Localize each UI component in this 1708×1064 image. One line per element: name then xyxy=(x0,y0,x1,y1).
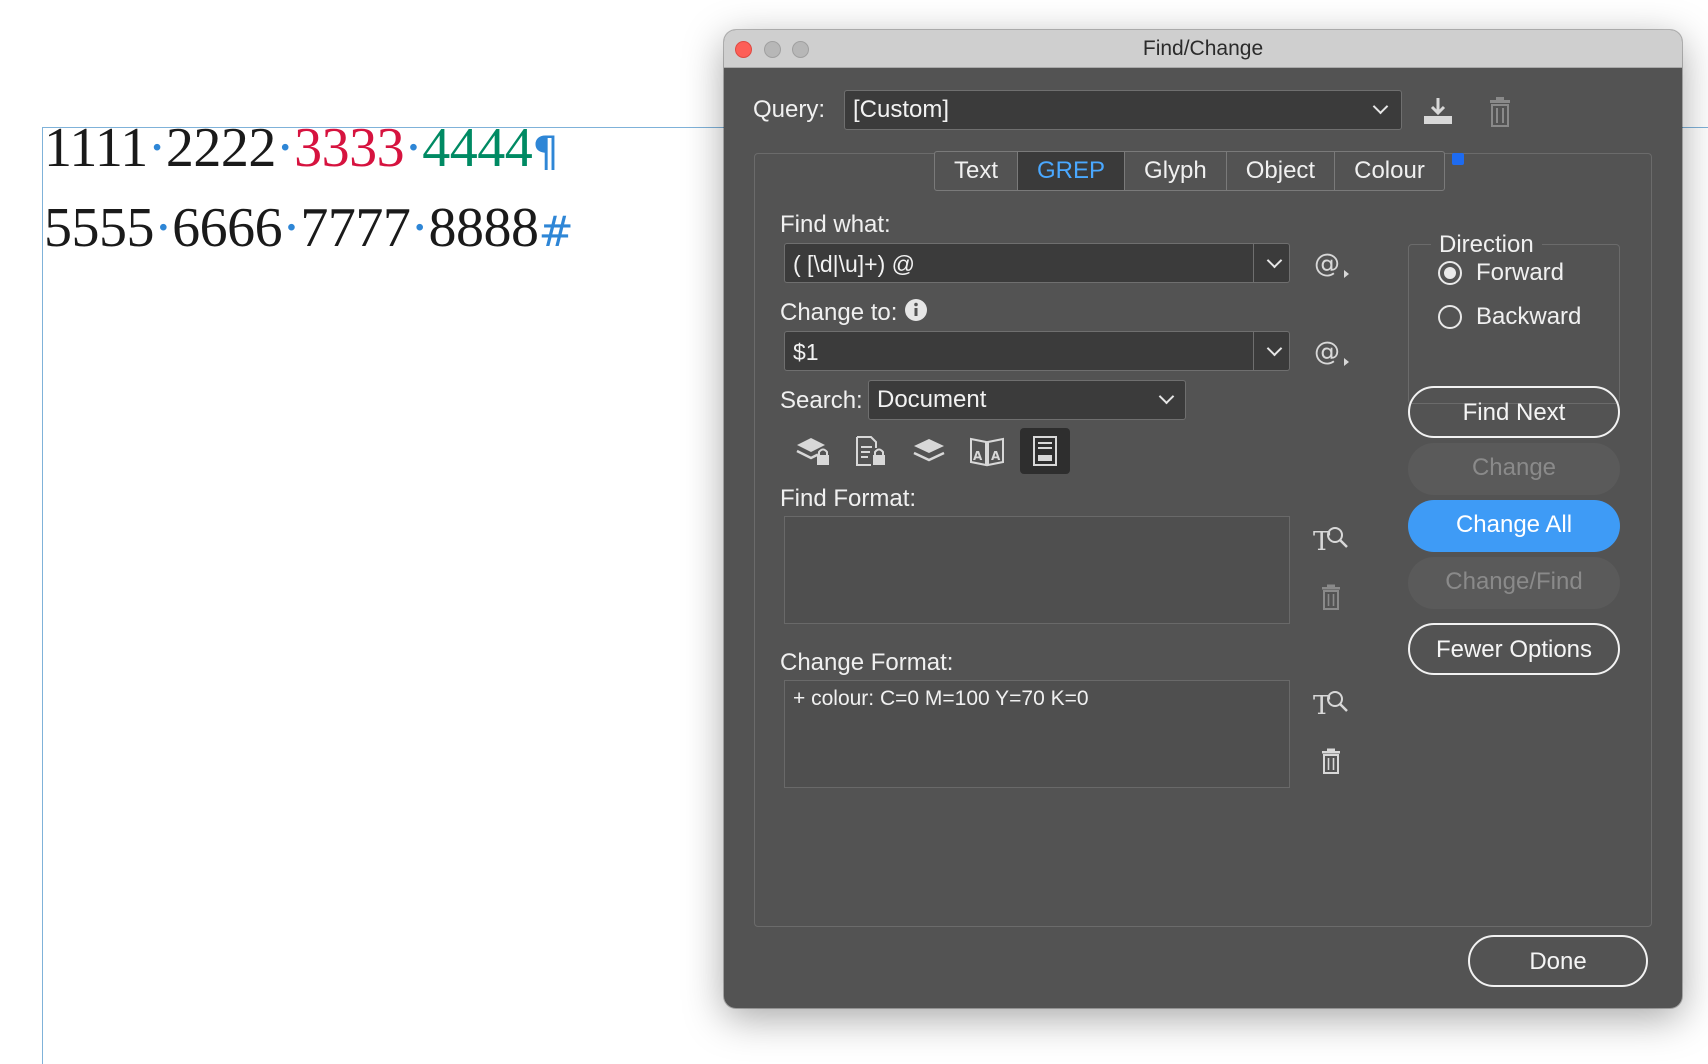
include-master-pages-toggle[interactable]: A A xyxy=(962,428,1012,474)
space-marker: · xyxy=(275,117,295,179)
number-5555: 5555 xyxy=(44,197,155,259)
paragraph-mark: ¶ xyxy=(532,127,559,176)
margin-guide-vertical xyxy=(42,128,43,1064)
query-label: Query: xyxy=(753,96,826,123)
direction-title: Direction xyxy=(1431,231,1542,259)
at-sign-menu-icon: @ xyxy=(1314,337,1349,367)
clear-change-format-button[interactable] xyxy=(1316,746,1354,784)
info-icon xyxy=(905,299,927,321)
space-marker: · xyxy=(282,197,301,259)
search-label: Search: xyxy=(780,387,863,414)
include-footnotes-toggle[interactable] xyxy=(1020,428,1070,474)
text-line-2[interactable]: 5555·6666·7777·8888# xyxy=(44,196,574,260)
svg-text:A: A xyxy=(991,449,1001,463)
number-6666: 6666 xyxy=(172,197,283,259)
tab-grep[interactable]: GREP xyxy=(1018,152,1126,190)
tab-indicator-dot xyxy=(1452,153,1464,165)
search-options-toolbar: A A xyxy=(788,428,1070,474)
change-button[interactable]: Change xyxy=(1408,443,1620,495)
tab-colour[interactable]: Colour xyxy=(1335,152,1444,190)
find-what-input[interactable]: ( [\d|\u]+) @ xyxy=(784,243,1290,283)
at-sign-menu-icon: @ xyxy=(1314,249,1349,279)
svg-text:@: @ xyxy=(1314,249,1340,279)
specify-change-format-button[interactable]: T xyxy=(1312,684,1350,722)
save-query-icon xyxy=(1424,98,1452,124)
include-footnotes-icon xyxy=(1033,436,1057,466)
chevron-down-icon[interactable] xyxy=(1266,340,1283,357)
direction-backward-label[interactable]: Backward xyxy=(1476,303,1581,331)
change-to-label: Change to: xyxy=(780,299,898,326)
include-hidden-layers-toggle[interactable] xyxy=(904,428,954,474)
direction-backward-radio[interactable] xyxy=(1438,305,1462,329)
svg-text:@: @ xyxy=(1314,337,1340,367)
type-magnifier-icon: T xyxy=(1313,527,1348,557)
info-button[interactable] xyxy=(904,298,928,322)
direction-forward-radio[interactable] xyxy=(1438,261,1462,285)
number-3333: 3333 xyxy=(294,117,405,179)
query-value: [Custom] xyxy=(853,96,950,123)
tab-text[interactable]: Text xyxy=(935,152,1019,190)
include-locked-stories-toggle[interactable] xyxy=(846,428,896,474)
search-type-tabs: Text GREP Glyph Object Colour xyxy=(934,151,1445,191)
number-1111: 1111 xyxy=(44,117,148,179)
find-what-value: ( [\d|\u]+) @ xyxy=(793,251,915,277)
specify-find-format-button[interactable]: T xyxy=(1312,520,1350,558)
number-4444: 4444 xyxy=(422,117,533,179)
direction-forward-label[interactable]: Forward xyxy=(1476,259,1564,287)
change-all-button[interactable]: Change All xyxy=(1408,500,1620,552)
search-scope-value: Document xyxy=(877,386,987,413)
combo-separator xyxy=(1253,244,1254,282)
change-special-characters-button[interactable]: @ xyxy=(1312,334,1352,370)
change-format-box[interactable]: + colour: C=0 M=100 Y=70 K=0 xyxy=(784,680,1290,788)
trash-icon xyxy=(1322,584,1340,610)
chevron-down-icon xyxy=(1158,388,1175,405)
done-button[interactable]: Done xyxy=(1468,935,1648,987)
include-locked-layers-toggle[interactable] xyxy=(788,428,838,474)
type-magnifier-icon: T xyxy=(1313,691,1348,721)
find-format-label: Find Format: xyxy=(780,485,917,512)
chevron-down-icon xyxy=(1372,98,1389,115)
text-line-1[interactable]: 1111·2222·3333·4444¶ xyxy=(44,116,559,180)
include-locked-stories-icon xyxy=(856,436,885,466)
dialog-title: Find/Change xyxy=(1142,37,1264,60)
space-marker: · xyxy=(410,197,429,259)
find-format-box[interactable] xyxy=(784,516,1290,624)
number-2222: 2222 xyxy=(165,117,277,179)
find-what-label: Find what: xyxy=(780,211,891,238)
change-format-label: Change Format: xyxy=(780,649,954,676)
find-special-characters-button[interactable]: @ xyxy=(1312,246,1352,282)
number-8888: 8888 xyxy=(428,197,539,259)
chevron-down-icon[interactable] xyxy=(1266,252,1283,269)
find-next-button[interactable]: Find Next xyxy=(1408,386,1620,438)
change-to-input[interactable]: $1 xyxy=(784,331,1290,371)
margin-guide-horizontal-right xyxy=(1680,127,1708,128)
find-change-dialog: Find/Change Query: [Custom] Text GREP Gl… xyxy=(724,30,1682,1008)
clear-find-format-button[interactable] xyxy=(1316,582,1354,620)
tab-object[interactable]: Object xyxy=(1227,152,1336,190)
space-marker: · xyxy=(154,197,173,259)
trash-icon xyxy=(1322,748,1340,774)
end-of-story-mark: # xyxy=(538,207,574,256)
space-marker: · xyxy=(404,117,423,179)
include-locked-layers-icon xyxy=(796,438,829,465)
delete-query-button[interactable] xyxy=(1480,94,1520,134)
trash-icon xyxy=(1490,97,1510,127)
tab-glyph[interactable]: Glyph xyxy=(1125,152,1227,190)
fewer-options-button[interactable]: Fewer Options xyxy=(1408,623,1620,675)
change-to-value: $1 xyxy=(793,339,819,365)
svg-text:A: A xyxy=(973,449,983,463)
save-query-button[interactable] xyxy=(1416,94,1460,134)
space-marker: · xyxy=(147,117,167,179)
combo-separator xyxy=(1253,332,1254,370)
change-format-value: + colour: C=0 M=100 Y=70 K=0 xyxy=(793,687,1089,710)
title-bar[interactable]: Find/Change xyxy=(724,30,1682,68)
query-select[interactable]: [Custom] xyxy=(844,90,1402,130)
include-hidden-layers-icon xyxy=(913,439,945,462)
include-master-pages-icon: A A xyxy=(970,437,1004,467)
change-find-button[interactable]: Change/Find xyxy=(1408,557,1620,609)
search-scope-select[interactable]: Document xyxy=(868,380,1186,420)
number-7777: 7777 xyxy=(300,197,411,259)
